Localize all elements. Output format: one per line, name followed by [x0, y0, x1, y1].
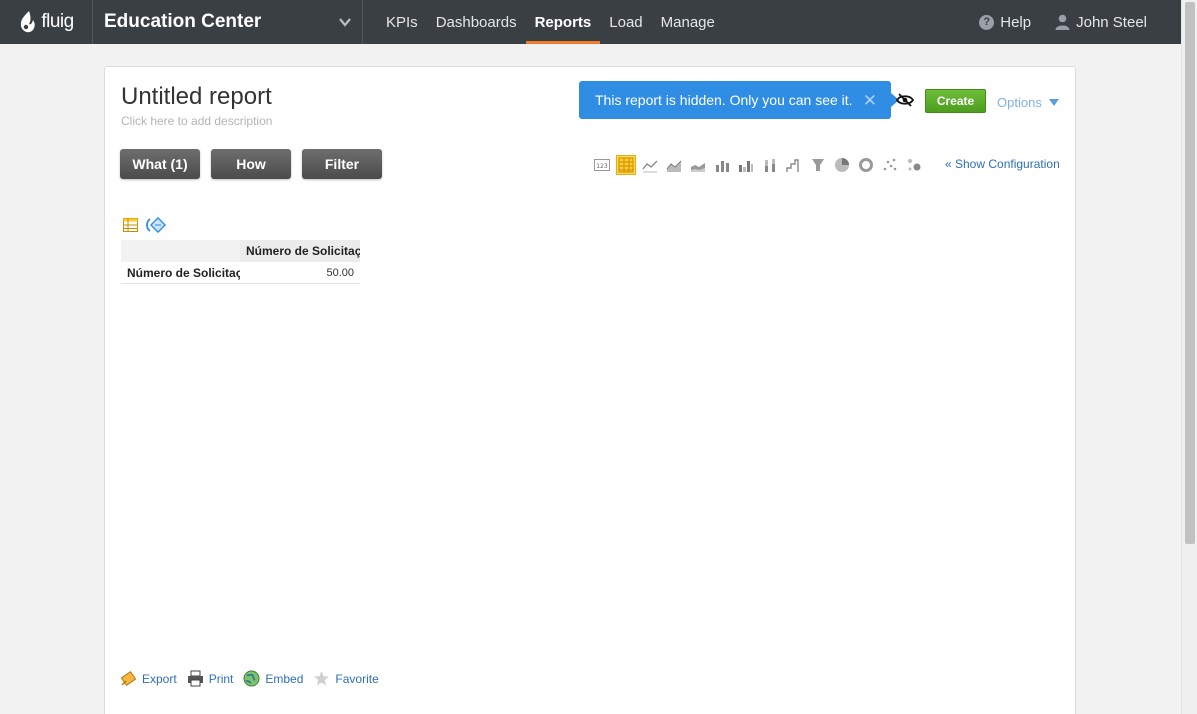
nav-load[interactable]: Load	[600, 0, 651, 44]
app-name: Education Center	[104, 11, 262, 32]
favorite-link[interactable]: Favorite	[313, 670, 379, 687]
chevron-down-icon	[339, 18, 351, 27]
corner-cell	[121, 240, 240, 262]
caret-down-icon	[1048, 99, 1059, 106]
how-button[interactable]: How	[211, 149, 291, 179]
pivot-table-icon[interactable]	[123, 218, 138, 232]
top-right-menu: ? Help John Steel	[979, 0, 1147, 44]
funnel-icon[interactable]	[808, 155, 828, 175]
export-label: Export	[142, 671, 177, 686]
pie-icon[interactable]	[832, 155, 852, 175]
report-actions: Export Print Embed Favorite	[120, 670, 379, 687]
transpose-icon[interactable]	[145, 217, 167, 233]
column-header[interactable]: Número de Solicitaç	[240, 240, 360, 262]
globe-icon	[243, 670, 260, 687]
print-link[interactable]: Print	[187, 670, 234, 687]
table-icon[interactable]	[616, 155, 636, 175]
filter-button[interactable]: Filter	[302, 149, 382, 179]
report-title[interactable]: Untitled report	[121, 83, 272, 111]
what-button[interactable]: What (1)	[120, 149, 200, 179]
user-icon	[1055, 14, 1070, 30]
export-icon	[120, 670, 137, 687]
create-button[interactable]: Create	[925, 89, 986, 113]
user-menu[interactable]: John Steel	[1055, 14, 1147, 31]
column-icon[interactable]	[760, 155, 780, 175]
help-link[interactable]: ? Help	[979, 14, 1031, 31]
chart-type-selector: 123	[592, 155, 924, 175]
logo-text: fluig	[41, 11, 74, 32]
options-label: Options	[997, 95, 1042, 110]
number-icon[interactable]: 123	[592, 155, 612, 175]
row-header[interactable]: Número de Solicitaç	[121, 262, 240, 283]
line-icon[interactable]	[640, 155, 660, 175]
show-configuration-link[interactable]: « Show Configuration	[945, 157, 1060, 171]
page-scrollbar[interactable]	[1181, 0, 1197, 714]
export-link[interactable]: Export	[120, 670, 177, 687]
step-icon[interactable]	[784, 155, 804, 175]
fluig-flame-icon	[21, 11, 35, 33]
options-dropdown[interactable]: Options	[997, 95, 1059, 110]
table-header-row: Número de Solicitaç	[121, 240, 360, 262]
nav-dashboards[interactable]: Dashboards	[427, 0, 526, 44]
table-value: 50.00	[326, 266, 354, 279]
app-switcher[interactable]: Education Center	[93, 0, 363, 44]
bubble-icon[interactable]	[904, 155, 924, 175]
embed-link[interactable]: Embed	[243, 670, 303, 687]
star-icon	[314, 671, 330, 686]
nav-kpis[interactable]: KPIs	[377, 0, 427, 44]
user-name: John Steel	[1076, 13, 1147, 31]
stacked-area-icon[interactable]	[688, 155, 708, 175]
hidden-notice-text: This report is hidden. Only you can see …	[595, 92, 853, 108]
hidden-report-notice: This report is hidden. Only you can see …	[579, 81, 899, 119]
area-icon[interactable]	[664, 155, 684, 175]
grouped-bar-icon[interactable]	[736, 155, 756, 175]
favorite-label: Favorite	[335, 671, 379, 686]
help-icon: ?	[979, 14, 995, 30]
print-label: Print	[208, 671, 234, 686]
svg-text:123: 123	[596, 163, 608, 170]
scatter-icon[interactable]	[880, 155, 900, 175]
report-description[interactable]: Click here to add description	[121, 114, 272, 128]
top-bar: fluig Education Center KPIs Dashboards R…	[0, 0, 1181, 44]
nav-manage[interactable]: Manage	[652, 0, 724, 44]
scrollbar-thumb[interactable]	[1185, 2, 1195, 544]
report-panel: Untitled report Click here to add descri…	[104, 66, 1076, 714]
donut-icon[interactable]	[856, 155, 876, 175]
main-nav: KPIs Dashboards Reports Load Manage	[377, 0, 724, 44]
bar-icon[interactable]	[712, 155, 732, 175]
nav-reports[interactable]: Reports	[525, 0, 601, 44]
embed-label: Embed	[265, 671, 304, 686]
hidden-eye-icon[interactable]	[896, 93, 914, 107]
config-tabs: What (1) How Filter	[120, 149, 382, 179]
table-view-tools	[123, 217, 167, 233]
help-label: Help	[1000, 13, 1032, 31]
close-icon[interactable]: ✕	[863, 91, 877, 111]
fluig-logo[interactable]: fluig	[0, 0, 93, 44]
pivot-table: Número de Solicitaç Número de Solicitaç …	[121, 240, 360, 284]
printer-icon	[187, 670, 203, 687]
table-row: Número de Solicitaç 50.00	[121, 262, 360, 284]
